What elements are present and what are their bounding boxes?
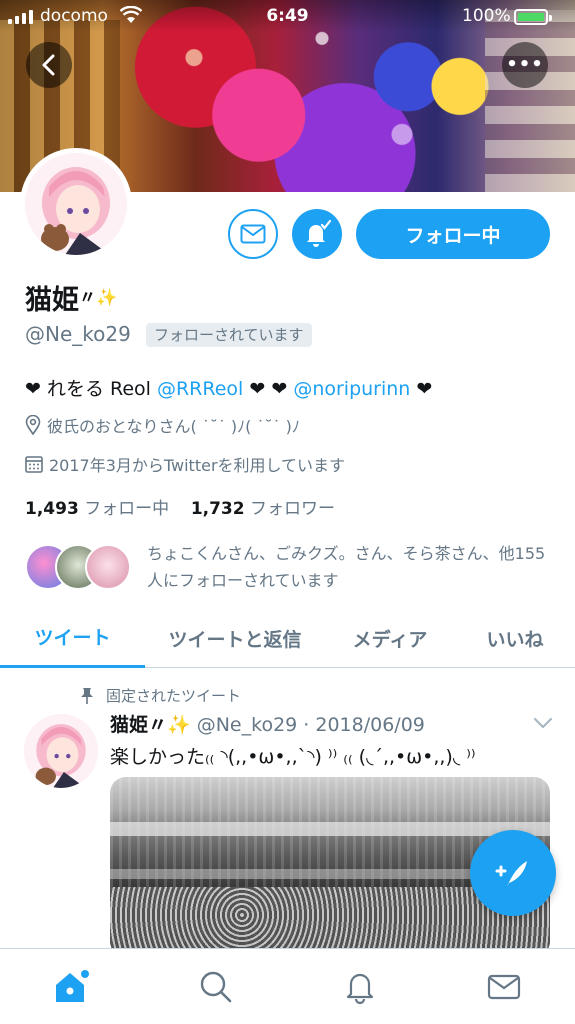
battery-icon <box>514 9 552 25</box>
tweet-avatar[interactable] <box>24 714 98 788</box>
tweet-header: 猫姫〃✨ @Ne_ko29 · 2018/06/09 <box>110 710 425 737</box>
followers-count: 1,732 <box>190 499 245 519</box>
mention-link-rrreol[interactable]: @RRReol <box>157 378 243 400</box>
followers-label: フォロワー <box>250 499 335 519</box>
back-button[interactable] <box>26 42 72 88</box>
more-button[interactable]: ••• <box>502 42 548 88</box>
mention-link-noripurinn[interactable]: @noripurinn <box>293 378 410 400</box>
follows-you-badge: フォローされています <box>146 323 312 347</box>
following-label: フォロー中 <box>84 499 170 519</box>
calendar-icon <box>25 456 43 473</box>
mail-icon <box>487 974 521 1000</box>
status-bar: docomo 6:49 100% <box>0 0 575 32</box>
nav-notifications[interactable] <box>340 967 380 1007</box>
name-decoration: 〃✨ <box>79 288 118 308</box>
profile-bio: ❤ れをる Reol @RRReol ❤ ❤ @noripurinn ❤ <box>25 374 432 401</box>
nav-messages[interactable] <box>484 967 524 1007</box>
tab-tweets-and-replies[interactable]: ツイートと返信 <box>145 608 325 668</box>
compose-tweet-button[interactable] <box>470 830 556 916</box>
profile-join-date: 2017年3月からTwitterを利用しています <box>25 452 345 476</box>
profile-avatar[interactable] <box>20 148 132 260</box>
tweet-text: 楽しかった₍₍ ◝(,,•ω•,,`◝) ⁾⁾ ₍₍ (◟´,,•ω•,,)◟ … <box>110 746 476 768</box>
following-count: 1,493 <box>25 499 79 519</box>
tweet-handle-date: @Ne_ko29 · 2018/06/09 <box>196 714 425 736</box>
mail-icon <box>240 224 266 244</box>
home-icon <box>56 970 89 1002</box>
profile-handle: @Ne_ko29 <box>25 322 131 346</box>
avatar-illustration <box>24 714 98 788</box>
media-balcony <box>110 822 550 836</box>
display-name-text: 猫姫 <box>25 285 79 316</box>
pin-icon <box>81 687 93 704</box>
avatar-illustration <box>25 153 127 255</box>
chevron-down-icon[interactable] <box>532 714 554 732</box>
pinned-label: 固定されたツイート <box>106 687 242 705</box>
profile-tabs: ツイート ツイートと返信 メディア いいね <box>0 608 575 668</box>
bell-icon <box>346 973 374 1004</box>
banner-building-right <box>485 10 575 192</box>
notifications-toggle-button[interactable] <box>292 209 342 259</box>
bell-check-icon <box>307 219 332 247</box>
nav-home[interactable] <box>52 967 92 1007</box>
avatar <box>85 544 131 590</box>
followers-stat[interactable]: 1,732 フォロワー <box>191 499 335 519</box>
compose-feather-icon <box>495 861 527 887</box>
tab-likes[interactable]: いいね <box>455 608 575 668</box>
follower-avatars <box>25 544 135 590</box>
bottom-navigation <box>0 948 575 1024</box>
tweet-author-name[interactable]: 猫姫〃✨ <box>110 714 191 736</box>
followers-you-know[interactable]: ちょこくんさん、ごみクズ。さん、そら茶さん、他155人にフォローされています <box>25 540 555 594</box>
more-icon: ••• <box>506 54 544 75</box>
tab-media[interactable]: メディア <box>325 608 455 668</box>
search-icon <box>200 971 232 1003</box>
message-button[interactable] <box>228 209 278 259</box>
follow-counts: 1,493 フォロー中 1,732 フォロワー <box>25 494 335 519</box>
location-text: 彼氏のおとなりさん( ˙˘˙ )ﾉ( ˙˘˙ )ﾉ <box>47 417 300 436</box>
following-button[interactable]: フォロー中 <box>356 209 550 259</box>
nav-search[interactable] <box>196 967 236 1007</box>
tab-tweets[interactable]: ツイート <box>0 608 145 668</box>
join-date-text: 2017年3月からTwitterを利用しています <box>49 456 346 475</box>
followed-by-text: ちょこくんさん、ごみクズ。さん、そら茶さん、他155人にフォローされています <box>147 544 546 590</box>
location-pin-icon <box>25 415 41 435</box>
battery-percent: 100% <box>462 6 511 26</box>
bio-middle: ❤ ❤ <box>243 378 294 400</box>
display-name: 猫姫〃✨ <box>25 278 117 317</box>
following-stat[interactable]: 1,493 フォロー中 <box>25 499 169 519</box>
chevron-left-icon <box>42 54 55 76</box>
bio-suffix: ❤ <box>410 378 433 400</box>
bio-prefix: ❤ れをる Reol <box>25 378 157 400</box>
pinned-indicator: 固定されたツイート <box>80 685 241 706</box>
profile-location: 彼氏のおとなりさん( ˙˘˙ )ﾉ( ˙˘˙ )ﾉ <box>25 413 300 437</box>
